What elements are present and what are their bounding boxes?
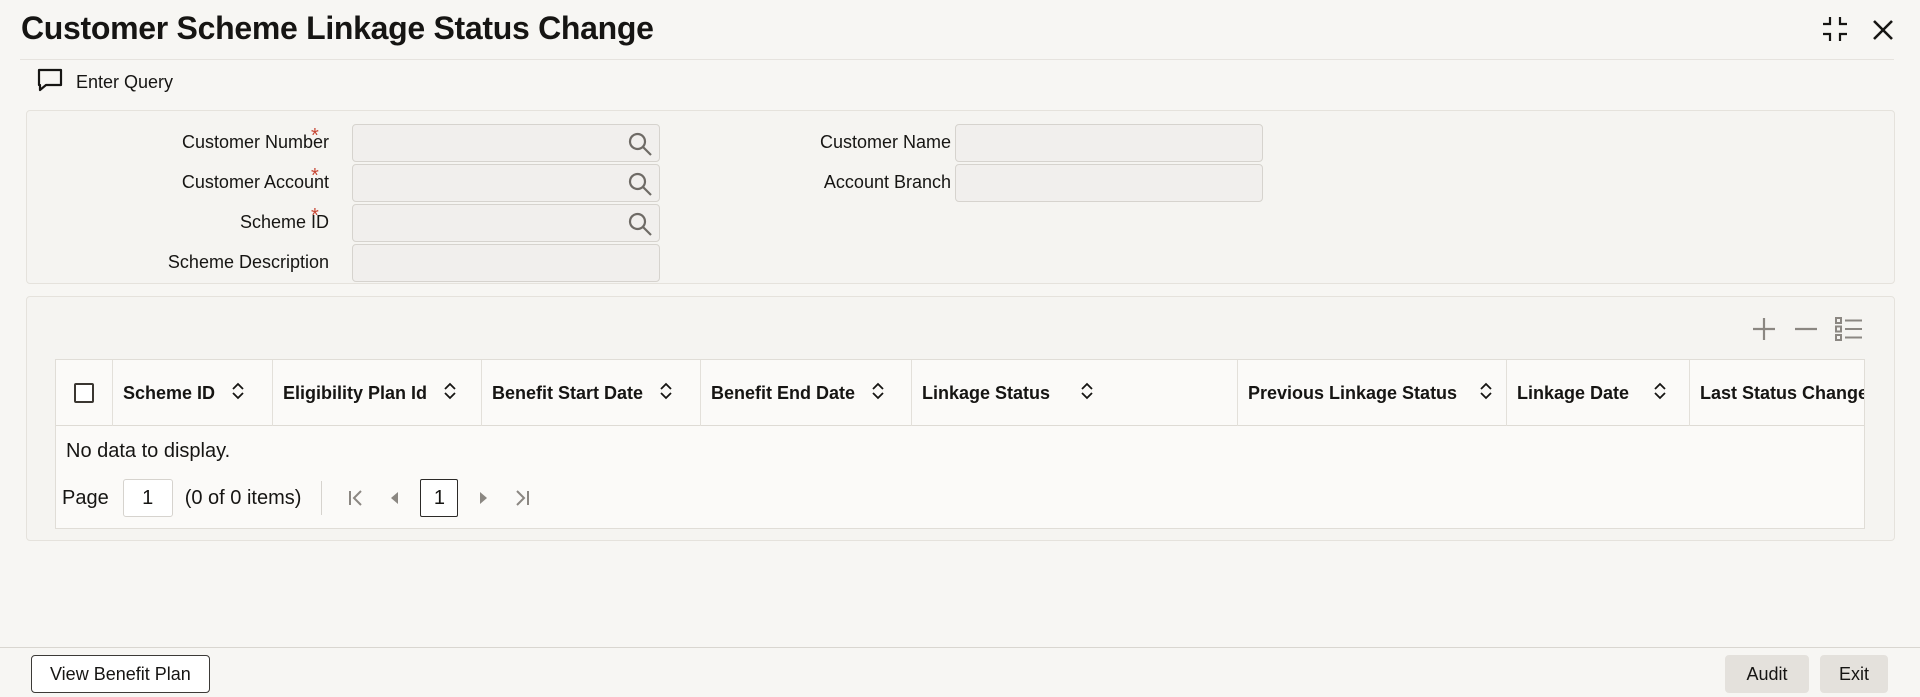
scheme-id-field[interactable]	[352, 204, 660, 242]
footer-divider	[0, 647, 1920, 648]
enter-query-button[interactable]: Enter Query	[36, 67, 173, 98]
sort-icon[interactable]	[1479, 382, 1493, 405]
column-header-last-status-change[interactable]: Last Status Change I	[1690, 360, 1864, 426]
select-all-cell	[56, 360, 113, 426]
item-count: (0 of 0 items)	[184, 486, 302, 509]
title-divider	[20, 59, 1894, 60]
sort-icon[interactable]	[231, 382, 245, 405]
account-branch-label: Account Branch	[823, 172, 951, 192]
collapse-icon[interactable]	[1820, 14, 1850, 44]
account-branch-field	[955, 164, 1263, 202]
sort-icon[interactable]	[1080, 382, 1094, 405]
page-title: Customer Scheme Linkage Status Change	[21, 10, 654, 46]
view-benefit-plan-button[interactable]: View Benefit Plan	[31, 655, 210, 693]
pager-divider	[321, 481, 323, 515]
add-icon[interactable]	[1750, 315, 1778, 343]
list-icon[interactable]	[1834, 315, 1864, 343]
column-header-scheme-id[interactable]: Scheme ID	[113, 360, 273, 426]
column-header-benefit-end-date[interactable]: Benefit End Date	[701, 360, 912, 426]
page-label: Page	[62, 486, 109, 509]
first-page-icon[interactable]	[346, 488, 366, 508]
scheme-description-label: Scheme Description	[167, 252, 329, 272]
required-marker: *	[311, 205, 319, 227]
required-marker: *	[311, 165, 319, 187]
query-form-panel: Customer Number * Customer Name Customer…	[26, 110, 1895, 284]
last-page-icon[interactable]	[512, 488, 532, 508]
remove-icon[interactable]	[1792, 315, 1820, 343]
column-header-previous-linkage-status[interactable]: Previous Linkage Status	[1238, 360, 1507, 426]
current-page-button[interactable]: 1	[420, 479, 459, 517]
pagination: Page 1 (0 of 0 items) 1	[62, 478, 542, 518]
sort-icon[interactable]	[659, 382, 673, 405]
exit-button[interactable]: Exit	[1820, 655, 1888, 693]
no-data-message: No data to display.	[66, 440, 231, 462]
next-page-icon[interactable]	[476, 488, 492, 508]
required-marker: *	[311, 125, 319, 147]
sort-icon[interactable]	[443, 382, 457, 405]
customer-account-label: Customer Account	[181, 172, 329, 192]
customer-account-field[interactable]	[352, 164, 660, 202]
customer-name-field	[955, 124, 1263, 162]
chat-bubble-icon	[36, 67, 64, 98]
close-icon[interactable]	[1870, 14, 1896, 44]
audit-button[interactable]: Audit	[1725, 655, 1809, 693]
customer-name-label: Customer Name	[819, 132, 951, 152]
column-header-linkage-date[interactable]: Linkage Date	[1507, 360, 1690, 426]
results-grid-panel: Scheme ID Eligibility Plan Id Benefit St…	[26, 296, 1895, 541]
customer-number-field[interactable]	[352, 124, 660, 162]
sort-icon[interactable]	[1653, 382, 1667, 405]
enter-query-label: Enter Query	[76, 72, 174, 92]
column-header-eligibility-plan-id[interactable]: Eligibility Plan Id	[273, 360, 482, 426]
results-table: Scheme ID Eligibility Plan Id Benefit St…	[55, 359, 1865, 529]
scheme-description-field	[352, 244, 660, 282]
column-header-benefit-start-date[interactable]: Benefit Start Date	[482, 360, 701, 426]
sort-icon[interactable]	[871, 382, 885, 405]
select-all-checkbox[interactable]	[74, 383, 94, 403]
scheme-id-label: Scheme ID	[239, 212, 329, 232]
table-header: Scheme ID Eligibility Plan Id Benefit St…	[56, 360, 1864, 426]
customer-number-label: Customer Number	[181, 132, 329, 152]
column-header-linkage-status[interactable]: Linkage Status	[912, 360, 1238, 426]
page-input[interactable]: 1	[122, 479, 173, 517]
previous-page-icon[interactable]	[386, 488, 402, 508]
